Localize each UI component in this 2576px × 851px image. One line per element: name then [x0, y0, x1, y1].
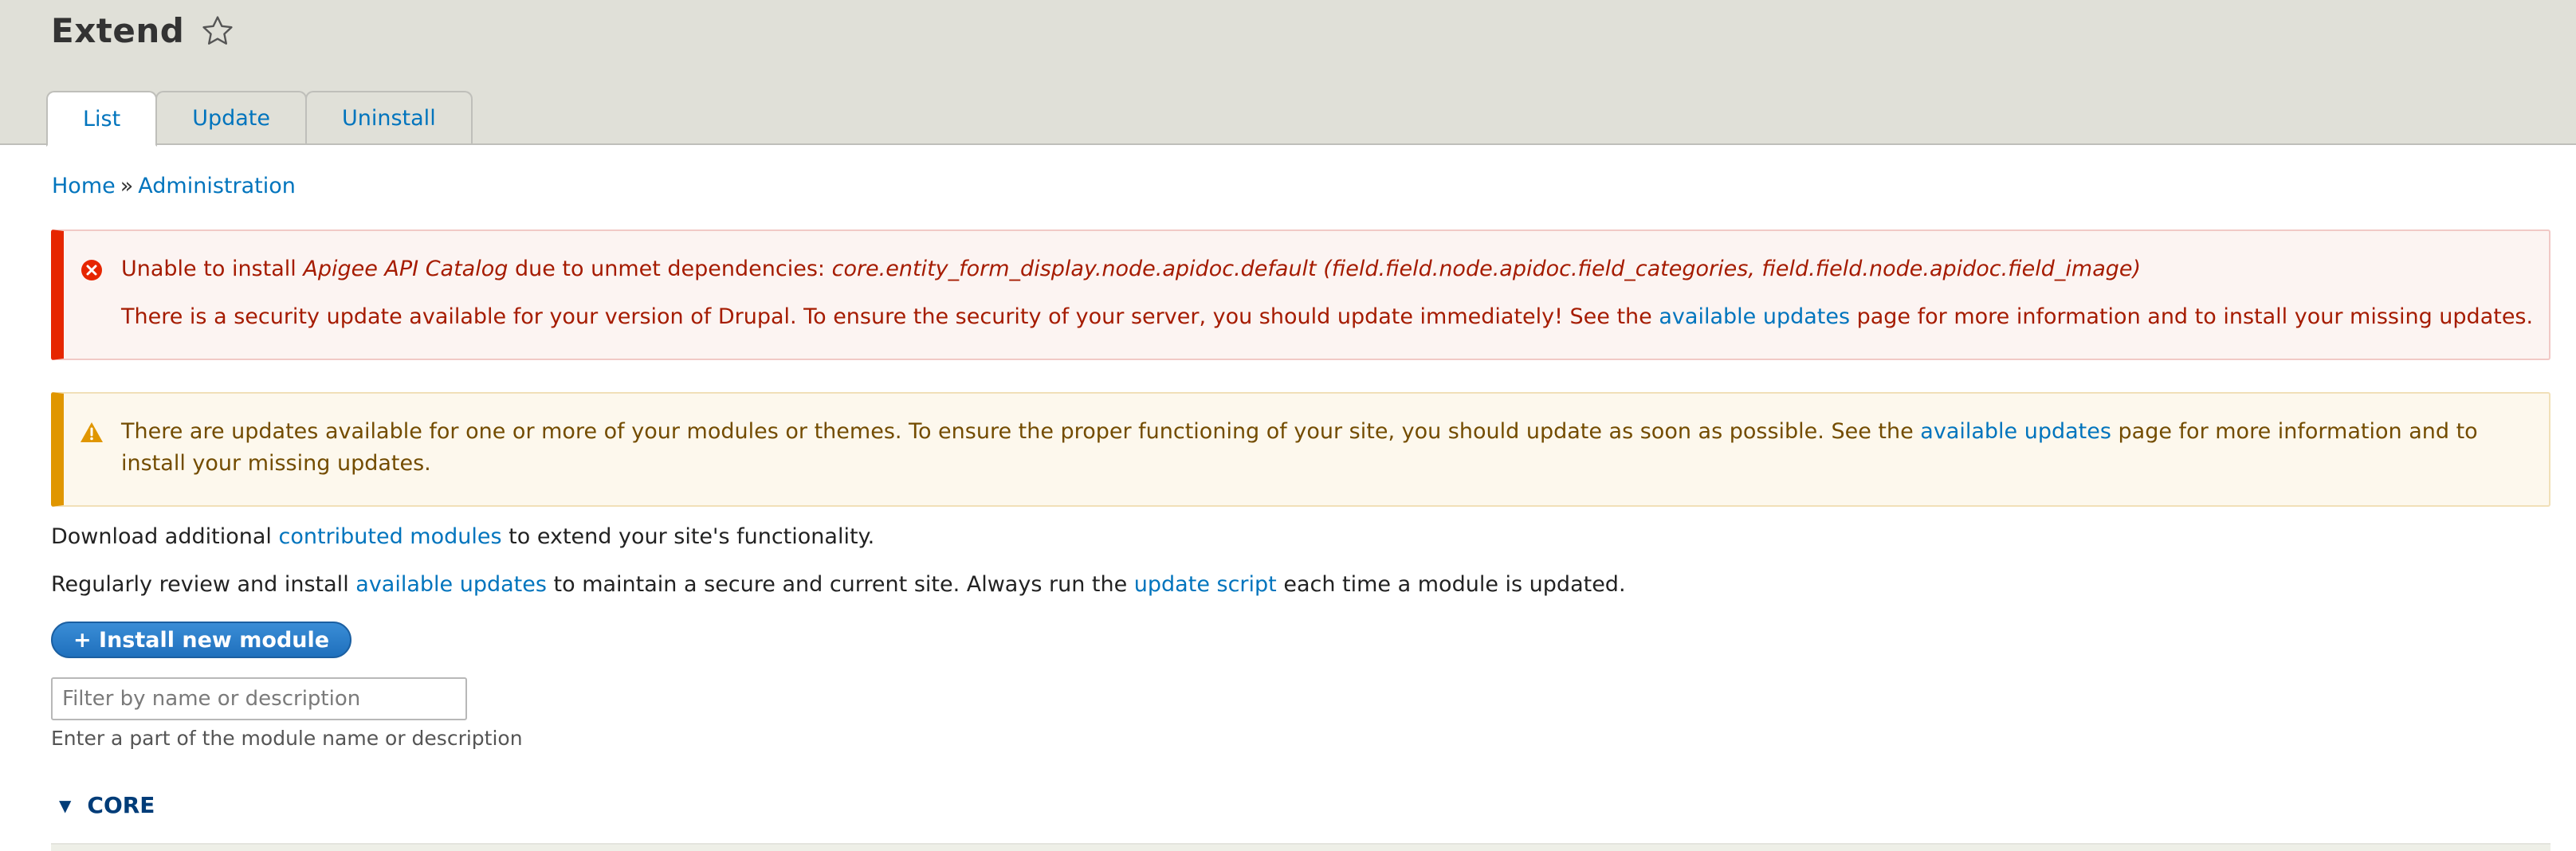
intro-line2-middle: to maintain a secure and current site. A… — [546, 572, 1134, 597]
tab-uninstall[interactable]: Uninstall — [305, 91, 473, 143]
intro-line1-suffix: to extend your site's functionality. — [501, 524, 875, 549]
core-section-label: CORE — [87, 792, 155, 818]
breadcrumb-administration-link[interactable]: Administration — [138, 174, 296, 198]
tab-list[interactable]: List — [46, 91, 158, 147]
warning-message-text: There are updates available for one or m… — [121, 416, 2501, 480]
error-module-name: Apigee API Catalog — [303, 257, 509, 281]
intro-review-text: Regularly review and install available u… — [51, 572, 1626, 597]
warning-triangle-icon — [80, 421, 104, 445]
contributed-modules-link[interactable]: contributed modules — [278, 524, 501, 549]
error-circle-icon — [80, 258, 104, 282]
available-updates-link[interactable]: available updates — [1659, 304, 1850, 329]
intro-line2-prefix: Regularly review and install — [51, 572, 356, 597]
triangle-down-icon: ▼ — [59, 795, 72, 815]
error-text-prefix: Unable to install — [121, 257, 304, 281]
error-message: Unable to install Apigee API Catalog due… — [51, 229, 2550, 360]
intro-line1-prefix: Download additional — [51, 524, 279, 549]
star-icon[interactable] — [200, 14, 235, 49]
tab-update[interactable]: Update — [155, 91, 307, 143]
install-new-module-button[interactable]: + Install new module — [51, 622, 352, 658]
error-dependencies: core.entity_form_display.node.apidoc.def… — [831, 257, 2142, 281]
module-filter-input[interactable] — [51, 677, 467, 720]
core-section-body — [51, 843, 2550, 851]
error-text-middle: due to unmet dependencies: — [508, 257, 832, 281]
warning-message: There are updates available for one or m… — [51, 392, 2550, 507]
warning-available-updates-link[interactable]: available updates — [1920, 419, 2111, 444]
page-header: Extend List Update Uninstall — [0, 0, 2576, 147]
warning-text-prefix: There are updates available for one or m… — [121, 419, 1921, 444]
error-message-line-1: Unable to install Apigee API Catalog due… — [121, 253, 2141, 285]
breadcrumb-separator: » — [120, 174, 134, 198]
filter-help-text: Enter a part of the module name or descr… — [51, 727, 523, 750]
error-message-line-2: There is a security update available for… — [121, 301, 2533, 333]
core-section-toggle[interactable]: ▼ CORE — [59, 792, 155, 818]
breadcrumb-home-link[interactable]: Home — [52, 174, 116, 198]
security-text-prefix: There is a security update available for… — [121, 304, 1659, 329]
intro-line2-suffix: each time a module is updated. — [1276, 572, 1626, 597]
page-title: Extend — [51, 11, 185, 50]
intro-available-updates-link[interactable]: available updates — [355, 572, 547, 597]
primary-tabs: List Update Uninstall — [46, 91, 473, 147]
intro-download-text: Download additional contributed modules … — [51, 524, 874, 549]
breadcrumb: Home» Administration — [52, 174, 296, 198]
title-row: Extend — [51, 11, 235, 50]
security-text-suffix: page for more information and to install… — [1850, 304, 2534, 329]
update-script-link[interactable]: update script — [1134, 572, 1277, 597]
